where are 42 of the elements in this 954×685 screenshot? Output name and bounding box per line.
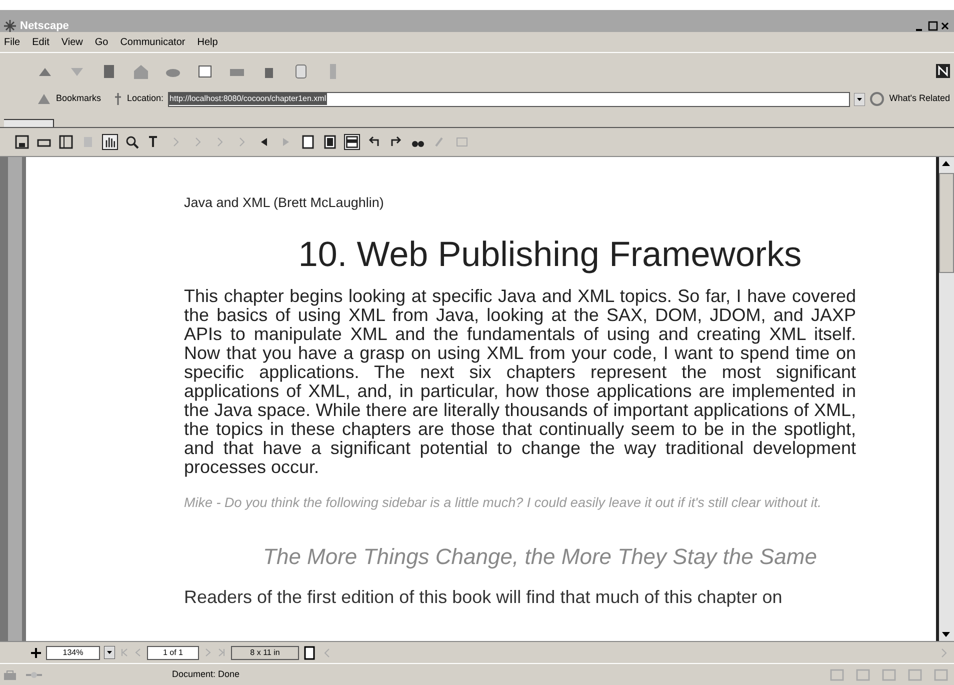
chapter-title: 10. Web Publishing Frameworks: [297, 235, 803, 276]
page-number-field[interactable]: 1 of 1: [147, 646, 199, 660]
collapsed-tab[interactable]: [4, 119, 54, 127]
bookmarks-button[interactable]: Bookmarks: [56, 92, 102, 106]
page-layout-icon[interactable]: [303, 646, 317, 660]
last-page-icon: [217, 646, 227, 659]
fit-page-view-icon[interactable]: [322, 134, 338, 150]
menu-item[interactable]: Communicator: [120, 34, 186, 50]
bookmarks-panel-icon[interactable]: [58, 134, 74, 150]
window-title: Netscape: [20, 18, 69, 34]
zoom-dropdown-icon[interactable]: [104, 646, 115, 659]
next-page-icon: [203, 646, 213, 659]
previous-page-icon: [133, 646, 143, 659]
zoom-field[interactable]: 134%: [46, 646, 100, 660]
maximize-icon[interactable]: [927, 20, 939, 32]
menu-item[interactable]: Edit: [32, 34, 50, 50]
menu-item[interactable]: View: [61, 34, 83, 50]
scroll-thumb[interactable]: [939, 173, 954, 273]
dropdown-caret-icon[interactable]: [854, 92, 866, 106]
zoom-tool-icon[interactable]: [124, 134, 140, 150]
vertical-scrollbar[interactable]: [936, 157, 954, 641]
netscape-n-icon: [936, 64, 950, 78]
netscape-logo-icon: [4, 20, 16, 32]
save-icon[interactable]: [14, 134, 30, 150]
page-size-display: 8 x 11 in: [231, 646, 299, 660]
first-page-icon: [119, 646, 129, 659]
menu-item[interactable]: Go: [94, 34, 108, 50]
editor-note: Mike - Do you think the following sidebar is a little much? I could easily leave it out if it's still clear without it.: [184, 495, 822, 510]
location-label: Location:: [127, 92, 164, 106]
whats-related-button[interactable]: What's Related: [889, 92, 950, 106]
sidebar-heading: The More Things Change, the More They Stay the Same: [262, 543, 818, 572]
close-icon[interactable]: [940, 20, 950, 32]
page-header: Java and XML (Brett McLaughlin): [184, 194, 385, 212]
fit-width-view-icon[interactable]: [344, 134, 360, 150]
body-text-line: Readers of the first edition of this book will find that much of this chapter on: [184, 587, 784, 608]
actual-view-icon[interactable]: [300, 134, 316, 150]
menu-item[interactable]: File: [4, 34, 20, 50]
body-paragraph: This chapter begins looking at specific Java and XML topics. So far, I have covered the basics of using XML from Java, looking at the SAX, DOM, JDOM, and JAXP APIs to manipulate XML and the fundamentals of using and creating XML itself. Now that you have a grasp on using XML from your code, I want to spend time on specific applications. The next six chapters represent the most significant applications of XML, and, in particular, how those applications are implemented in the Java space. While there are literally thousands of important applications of XML, the topics in these chapters are those that continually seem to be in the spotlight, and that have a significant potential to change the way traditional development processes occur.: [184, 287, 856, 478]
menu-item[interactable]: Help: [197, 34, 218, 50]
url-field[interactable]: http://localhost:8080/cocoon/chapter1en.xml: [168, 92, 850, 106]
move-icon[interactable]: [30, 646, 42, 658]
status-text: Document: Done: [172, 668, 240, 681]
